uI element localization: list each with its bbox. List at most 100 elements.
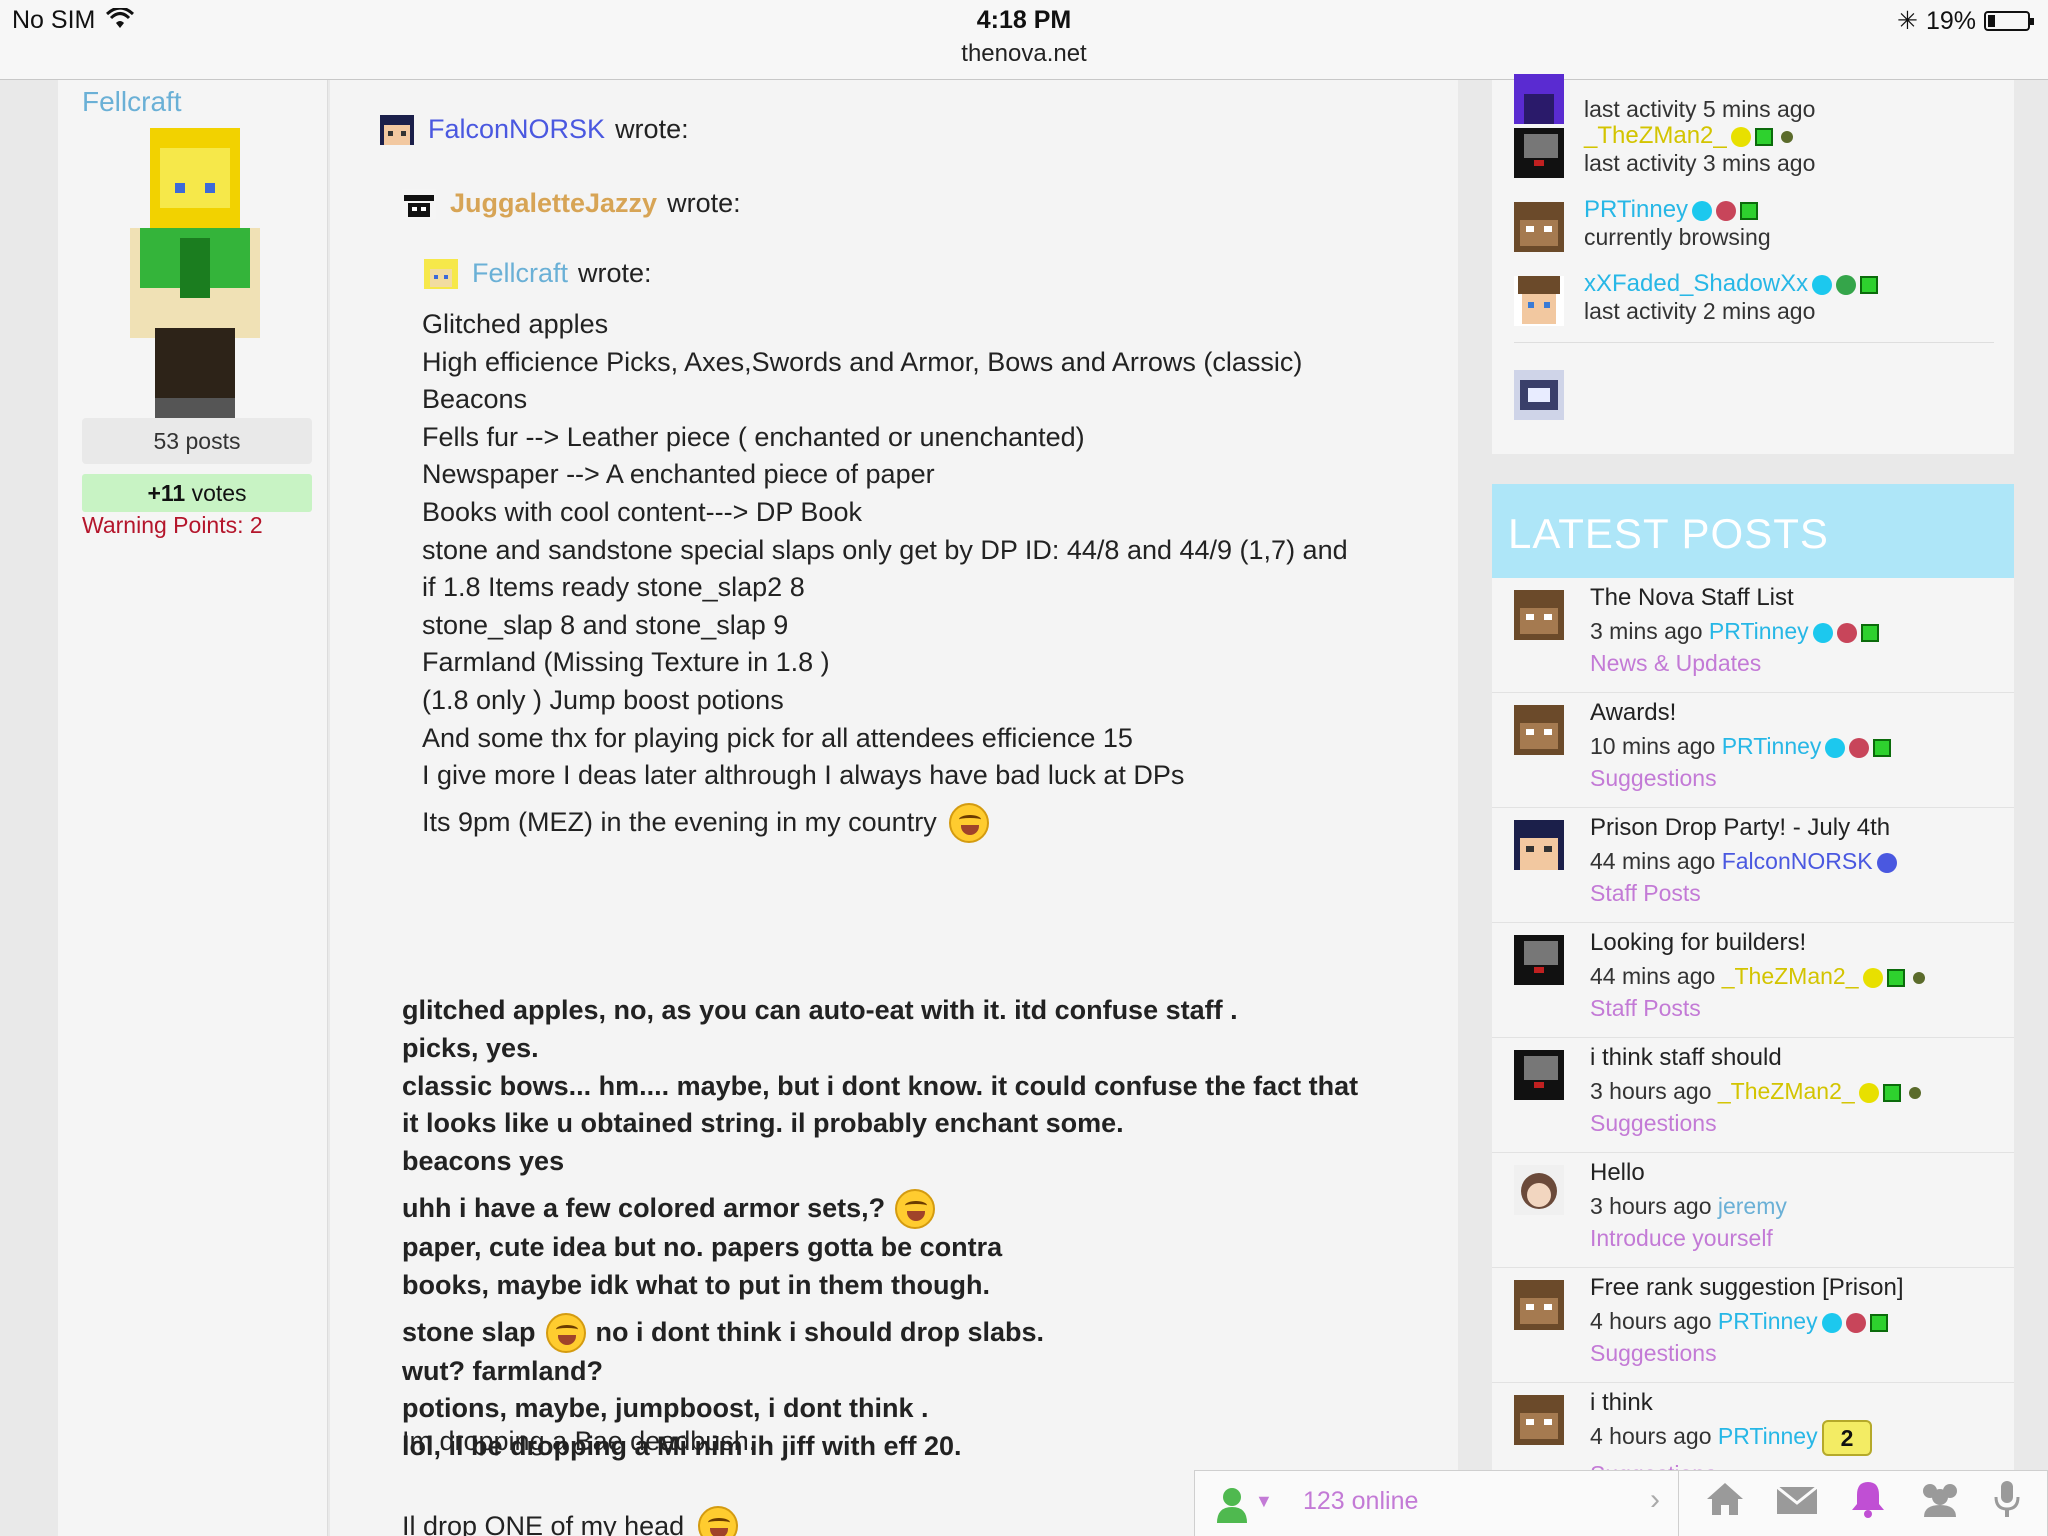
reply-line: wut? farmland?: [402, 1355, 603, 1386]
poster-avatar: [1514, 935, 1564, 985]
post-paragraph: Im dropping a Bae deadbush.: [402, 1426, 757, 1456]
latest-post-title[interactable]: Awards!: [1590, 699, 1676, 727]
latest-post-title[interactable]: Prison Drop Party! - July 4th: [1590, 814, 1890, 842]
member-avatar: [1514, 202, 1564, 252]
poster-avatar: [1514, 1395, 1564, 1445]
latest-post-category[interactable]: Suggestions: [1590, 1110, 1717, 1137]
post-paragraph-last: Il drop ONE of my head: [402, 1506, 739, 1536]
red-badge-icon: [1845, 1312, 1866, 1333]
online-count: 123 online: [1303, 1487, 1419, 1515]
mail-icon[interactable]: [1776, 1483, 1819, 1525]
latest-post-item[interactable]: Free rank suggestion [Prison] 4 hours ag…: [1492, 1268, 2014, 1383]
member-name[interactable]: PRTinney: [1584, 196, 1759, 224]
latest-post-meta: 3 mins ago PRTinney: [1590, 618, 1879, 645]
warning-points: Warning Points: 2: [82, 512, 263, 538]
latest-post-author[interactable]: jeremy: [1718, 1193, 1787, 1219]
red-badge-icon: [1716, 200, 1737, 221]
author-avatar[interactable]: [130, 128, 260, 418]
latest-post-author[interactable]: PRTinney: [1722, 733, 1822, 759]
latest-post-author[interactable]: PRTinney: [1718, 1308, 1818, 1334]
member-name-text: _TheZMan2_: [1584, 122, 1727, 149]
quoted-line: if 1.8 Items ready stone_slap2 8: [422, 572, 805, 603]
status-right: ✳ 19%: [1897, 6, 2034, 36]
quoted-text: Glitched apples High efficience Picks, A…: [422, 306, 1348, 843]
latest-post-category[interactable]: Staff Posts: [1590, 995, 1701, 1022]
quote-author-avatar: [424, 258, 458, 289]
member-name[interactable]: xXFaded_ShadowXx: [1584, 270, 1879, 298]
latest-post-category[interactable]: Introduce yourself: [1590, 1225, 1773, 1252]
reply-line: books, maybe idk what to put in them tho…: [402, 1269, 991, 1300]
poster-avatar: [1514, 590, 1564, 640]
green-badge-icon: [1836, 274, 1857, 295]
quote-author-link[interactable]: FalconNORSK: [428, 114, 605, 145]
latest-post-item[interactable]: The Nova Staff List 3 mins ago PRTinney …: [1492, 578, 2014, 693]
reply-line: classic bows... hm.... maybe, but i dont…: [402, 1070, 1359, 1101]
member-row[interactable]: PRTinney currently browsing: [1514, 196, 1994, 252]
latest-post-title[interactable]: Hello: [1590, 1159, 1645, 1187]
quote-author-link[interactable]: JuggaletteJazzy: [450, 188, 657, 219]
yellow-badge-icon: [1862, 967, 1883, 988]
latest-post-category[interactable]: Staff Posts: [1590, 880, 1701, 907]
latest-post-author[interactable]: PRTinney: [1709, 618, 1809, 644]
latest-post-category[interactable]: Suggestions: [1590, 1340, 1717, 1367]
person-icon: [1217, 1488, 1247, 1523]
battery-icon: [1984, 11, 2034, 31]
quote-wrote-label: wrote:: [667, 188, 741, 218]
latest-post-author[interactable]: _TheZMan2_: [1722, 963, 1859, 989]
laughing-emoji-icon: [895, 1188, 936, 1229]
latest-post-title[interactable]: i think staff should: [1590, 1044, 1782, 1072]
bell-icon[interactable]: [1850, 1480, 1886, 1527]
member-row[interactable]: _TheZMan2_ last activity 3 mins ago: [1514, 122, 1994, 178]
member-name[interactable]: _TheZMan2_: [1584, 122, 1793, 150]
vote-label: votes: [185, 480, 247, 506]
latest-post-item[interactable]: i think staff should 3 hours ago _TheZMa…: [1492, 1038, 2014, 1153]
author-name[interactable]: Fellcraft: [82, 86, 182, 118]
latest-post-author[interactable]: FalconNORSK: [1722, 848, 1873, 874]
vote-count: +11 votes: [82, 474, 312, 512]
quoted-line: And some thx for playing pick for all at…: [422, 722, 1133, 753]
notification-count-badge: 2: [1822, 1420, 1872, 1456]
latest-post-title[interactable]: The Nova Staff List: [1590, 584, 1794, 612]
latest-post-category[interactable]: News & Updates: [1590, 650, 1761, 677]
quoted-line: stone_slap 8 and stone_slap 9: [422, 609, 789, 640]
creeper-icon: [1908, 1086, 1921, 1099]
green-rank-icon: [1886, 968, 1905, 987]
home-icon[interactable]: [1705, 1481, 1745, 1526]
cyan-badge-icon: [1692, 200, 1713, 221]
group-icon[interactable]: [1918, 1481, 1962, 1526]
quoted-line: Newspaper --> A enchanted piece of paper: [422, 459, 935, 490]
latest-post-item[interactable]: Looking for builders! 44 mins ago _TheZM…: [1492, 923, 2014, 1038]
latest-post-title[interactable]: Looking for builders!: [1590, 929, 1806, 957]
member-avatar[interactable]: [1514, 370, 1564, 420]
red-badge-icon: [1849, 737, 1870, 758]
url-bar[interactable]: thenova.net: [0, 40, 2048, 68]
latest-post-item[interactable]: Hello 3 hours ago jeremy Introduce yours…: [1492, 1153, 2014, 1268]
latest-post-category[interactable]: Suggestions: [1590, 765, 1717, 792]
latest-post-title[interactable]: Free rank suggestion [Prison]: [1590, 1274, 1904, 1302]
quoted-line: stone and sandstone special slaps only g…: [422, 534, 1348, 565]
latest-post-item[interactable]: Prison Drop Party! - July 4th 44 mins ag…: [1492, 808, 2014, 923]
microphone-icon[interactable]: [1993, 1479, 2021, 1528]
divider: [1514, 342, 1994, 343]
quoted-line: Beacons: [422, 384, 528, 415]
quoted-line: Its 9pm (MEZ) in the evening in my count…: [422, 806, 937, 837]
latest-post-time: 10 mins ago: [1590, 733, 1716, 759]
latest-post-item[interactable]: Awards! 10 mins ago PRTinney Suggestions: [1492, 693, 2014, 808]
quote-author-link[interactable]: Fellcraft: [472, 258, 568, 289]
reply-line: uhh i have a few colored armor sets,?: [402, 1193, 886, 1224]
reply-line: glitched apples, no, as you can auto-eat…: [402, 995, 1238, 1025]
latest-post-author[interactable]: PRTinney: [1718, 1423, 1818, 1449]
cyan-badge-icon: [1821, 1312, 1842, 1333]
online-users-button[interactable]: ▼ 123 online ›: [1195, 1471, 1679, 1536]
latest-post-author[interactable]: _TheZMan2_: [1718, 1078, 1855, 1104]
member-name-text: xXFaded_ShadowXx: [1584, 270, 1809, 297]
post-count: 53 posts: [82, 418, 312, 464]
latest-post-title[interactable]: i think: [1590, 1389, 1653, 1417]
creeper-icon: [1912, 971, 1925, 984]
member-row[interactable]: last activity 5 mins ago: [1514, 68, 1994, 124]
red-badge-icon: [1836, 622, 1857, 643]
reply-line: paper, cute idea but no. papers gotta be…: [402, 1231, 1003, 1262]
member-row[interactable]: xXFaded_ShadowXx last activity 2 mins ag…: [1514, 270, 1994, 326]
caret-down-icon: ▼: [1255, 1491, 1273, 1511]
blue-badge-icon: [1876, 852, 1897, 873]
